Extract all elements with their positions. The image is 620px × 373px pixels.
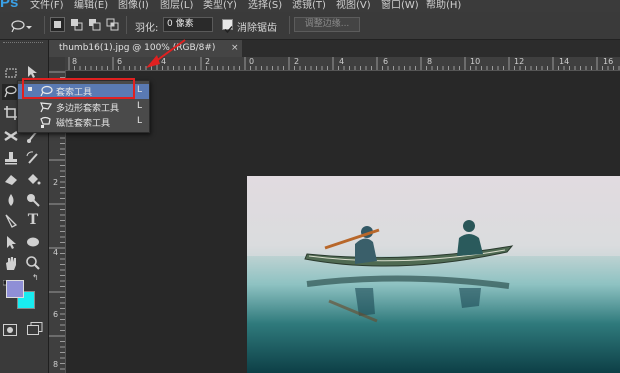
annotation-arrow bbox=[146, 39, 186, 68]
